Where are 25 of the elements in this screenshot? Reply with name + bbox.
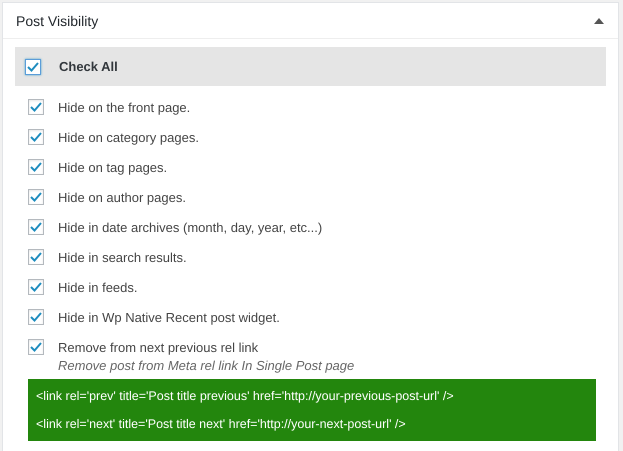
option-label: Hide on category pages. [58,130,199,144]
code-line: <link rel='prev' title='Post title previous' href='http://your-previous-post-url' /> [36,388,455,405]
check-all-label: Check All [59,59,118,74]
collapse-toggle[interactable] [592,16,606,26]
option-description: Remove post from Meta rel link In Single Post page [57,358,356,375]
option-checkbox[interactable] [28,99,44,115]
option-label: Hide on author pages. [58,190,186,204]
option-label: Hide on tag pages. [58,160,168,174]
check-all-checkbox[interactable] [25,58,41,74]
option-checkbox[interactable] [28,129,44,145]
code-line: <link rel='next' title='Post title next' href='http://your-next-post-url' /> [36,416,407,433]
option-label: Hide on the front page. [58,100,190,114]
option-checkbox[interactable] [28,279,44,295]
option-label: Remove from next previous rel link [58,340,258,354]
panel-title: Post Visibility [16,12,98,28]
option-checkbox[interactable] [28,219,44,235]
option-label: Hide in Wp Native Recent post widget. [58,310,280,324]
option-checkbox[interactable] [28,249,44,265]
option-checkbox[interactable] [28,339,44,355]
option-label: Hide in search results. [58,250,187,264]
option-checkbox[interactable] [28,159,44,175]
option-checkbox[interactable] [28,189,44,205]
option-label: Hide in feeds. [58,280,138,294]
option-label: Hide in date archives (month, day, year, etc...) [58,220,322,234]
option-checkbox[interactable] [28,309,44,325]
